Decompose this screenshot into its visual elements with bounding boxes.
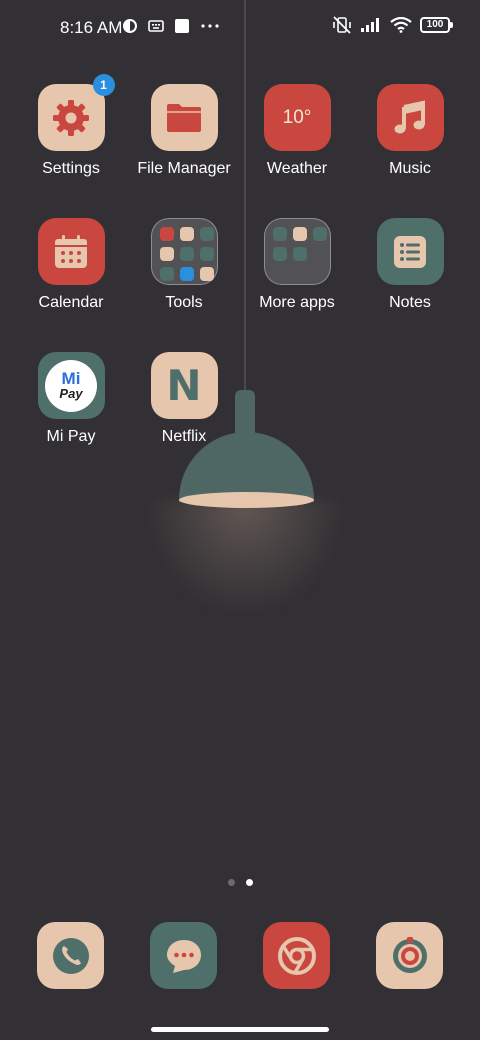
app-weather[interactable]: 10° Weather (242, 84, 352, 178)
clock-mini-icon (199, 227, 214, 241)
app-mi-pay[interactable]: Mi Pay Mi Pay (16, 352, 126, 446)
more-dots-icon (201, 24, 219, 28)
mi-pay-logo: Mi Pay (45, 359, 97, 412)
calendar-app-icon[interactable] (37, 218, 105, 285)
app-folder-more-apps[interactable]: More apps (242, 218, 352, 312)
app-label: More apps (259, 294, 335, 311)
contacts-mini-icon (159, 227, 174, 241)
square-icon (175, 19, 189, 33)
app-file-manager[interactable]: File Manager (129, 84, 239, 178)
app-label: Notes (389, 294, 431, 311)
app-netflix[interactable]: N Netflix (129, 352, 239, 446)
download-mini-icon (199, 267, 214, 281)
camera-icon (392, 936, 427, 973)
signal-icon (361, 18, 379, 32)
app-settings[interactable]: 1 Settings (16, 74, 126, 178)
page-dot[interactable] (228, 879, 235, 886)
mail-mini-icon (179, 247, 194, 261)
app-folder-tools[interactable]: Tools (129, 218, 239, 312)
app-mini-icon (292, 247, 307, 261)
netflix-app-icon[interactable]: N (150, 352, 218, 419)
more-apps-folder-icon[interactable] (263, 218, 331, 285)
app-notes[interactable]: Notes (355, 218, 465, 312)
chrome-icon (277, 936, 316, 975)
tools-folder-icon[interactable] (150, 218, 218, 285)
mi-logo-text: Mi (61, 369, 81, 388)
dock-messages[interactable] (150, 922, 217, 989)
pay-logo-text: Pay (59, 386, 83, 401)
facebook-mini-icon (292, 227, 307, 241)
wallpaper-lamp-cord (244, 0, 246, 392)
weather-temperature: 10° (282, 106, 312, 128)
app-label: Tools (165, 294, 203, 311)
page-dot-active[interactable] (246, 879, 253, 886)
notification-badge: 1 (92, 74, 115, 96)
scanner-mini-icon (159, 267, 174, 281)
netflix-n-glyph: N (166, 361, 202, 410)
wallpaper-lamp-glow (150, 500, 340, 610)
spotify-mini-icon (312, 227, 327, 241)
vibrate-off-icon (333, 16, 351, 34)
home-gesture-bar[interactable] (151, 1027, 329, 1032)
status-left-icons (122, 18, 220, 34)
status-right-icons: 100 (332, 16, 453, 34)
app-mini-icon (179, 267, 194, 281)
calendar-icon (55, 234, 87, 268)
keyboard-icon (148, 20, 164, 32)
status-bar: 8:16 AM 100 (0, 0, 480, 56)
battery-icon: 100 (420, 17, 453, 33)
calculator-mini-icon (179, 227, 194, 241)
video-mini-icon (199, 247, 214, 261)
notification-app-icon (123, 19, 137, 33)
notes-app-icon[interactable] (376, 218, 444, 285)
page-indicator[interactable] (228, 879, 253, 886)
recorder-mini-icon (159, 247, 174, 261)
app-label: Music (389, 160, 431, 177)
music-app-icon[interactable] (376, 84, 444, 151)
linkedin-mini-icon (272, 247, 287, 261)
folder-icon (167, 103, 201, 132)
settings-app-icon[interactable]: 1 (37, 74, 115, 151)
gear-icon (53, 99, 89, 136)
notes-list-icon (394, 235, 426, 268)
dock-chrome[interactable] (263, 922, 330, 989)
status-time: 8:16 AM (60, 18, 123, 37)
file-manager-app-icon[interactable] (150, 84, 218, 151)
phone-icon (52, 937, 89, 974)
app-label: Netflix (161, 428, 207, 445)
dock-phone[interactable] (37, 922, 104, 989)
app-label: Mi Pay (46, 428, 96, 445)
weather-app-icon[interactable]: 10° (263, 84, 331, 151)
app-label: Calendar (38, 294, 104, 311)
app-music[interactable]: Music (355, 84, 465, 178)
message-bubble-icon (166, 939, 201, 973)
mi-pay-app-icon[interactable]: Mi Pay (37, 352, 105, 419)
app-label: Settings (42, 160, 100, 177)
wifi-icon (390, 17, 412, 33)
dock-camera[interactable] (376, 922, 443, 989)
app-calendar[interactable]: Calendar (16, 218, 126, 312)
app-label: Weather (266, 160, 328, 177)
music-note-icon (394, 100, 425, 133)
app-mini-icon (272, 227, 287, 241)
app-label: File Manager (137, 160, 231, 177)
